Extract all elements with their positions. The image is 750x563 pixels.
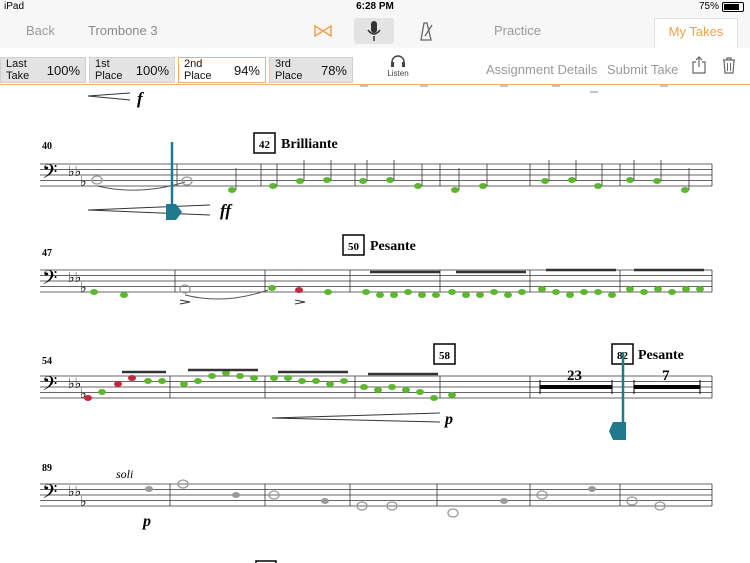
bass-clef-icon: 𝄢 [42,268,57,294]
rehearsal-mark: 58 [439,350,451,362]
bass-clef-icon: 𝄢 [42,162,57,188]
metronome-icon[interactable] [414,18,436,44]
dynamic-marking: ff [220,201,233,220]
rehearsal-mark: 42 [259,139,271,151]
staff-lines [40,163,712,187]
part-title: Trombone 3 [88,23,158,38]
take-1st-place[interactable]: 1st Place 100% [89,57,175,83]
submit-take-link[interactable]: Submit Take [607,62,678,77]
playhead-cursor[interactable] [166,142,182,220]
status-bar: iPad 6:28 PM 75% [0,0,750,14]
multi-rest-count: 7 [662,368,670,384]
trash-icon[interactable] [722,56,736,79]
take-score: 100% [135,62,169,78]
bass-clef-icon: 𝄢 [42,482,57,508]
measure-number: 54 [42,356,52,367]
take-2nd-place[interactable]: 2nd Place 94% [178,57,266,83]
take-3rd-place[interactable]: 3rd Place 78% [269,57,353,83]
system-2: 47 𝄢 ♭♭ ♭ 50 Pesante [40,234,713,305]
take-label: 2nd Place [184,58,212,82]
take-score: 94% [233,62,260,78]
listen-label: Listen [387,69,409,78]
svg-text:♭: ♭ [80,495,87,510]
system-3: 54 𝄢 ♭♭ ♭ 58 p 23 7 Pesante [40,343,713,440]
system-4: 89 soli 𝄢 ♭♭ ♭ p [40,463,713,530]
multi-rest-count: 23 [567,368,582,384]
wrong-notes [84,375,136,401]
sheet-music: f 40 𝄢 ♭♭ ♭ 42 Brilliante ff 47 𝄢 ♭♭ ♭ 5… [40,85,713,563]
take-score: 100% [46,62,80,78]
back-button[interactable]: Back [26,23,55,38]
measure-number: 89 [42,463,52,474]
tempo-marking: Pesante [370,239,416,254]
assignment-details-link[interactable]: Assignment Details [486,62,597,77]
practice-tab[interactable]: Practice [494,23,541,38]
battery-icon [722,1,744,12]
tempo-marking: Pesante [638,348,684,363]
duet-icon[interactable] [312,18,334,44]
system-1: 40 𝄢 ♭♭ ♭ 42 Brilliante ff [40,132,713,220]
take-label: 1st Place [95,58,123,82]
take-last[interactable]: Last Take 100% [0,57,86,83]
top-system-remnant: f [87,85,668,108]
listen-button[interactable]: Listen [384,55,412,78]
share-icon[interactable] [692,56,706,79]
take-label: 3rd Place [275,58,303,82]
staff-lines [40,483,712,507]
takes-toolbar: Last Take 100% 1st Place 100% 2nd Place 94%… [0,48,750,85]
staff-lines [40,269,712,293]
battery-status: 75% [699,1,744,12]
headphones-icon [391,55,405,67]
battery-percent: 75% [698,1,719,12]
microphone-icon[interactable] [354,18,394,44]
dynamic-marking: f [137,89,145,108]
tempo-marking: Brilliante [281,137,338,152]
svg-text:♭: ♭ [80,281,87,296]
take-score: 78% [320,62,347,78]
correct-notes [228,177,661,193]
expression-text: soli [116,467,133,481]
end-cursor[interactable] [609,352,626,440]
dynamic-marking: p [141,513,151,530]
bass-clef-icon: 𝄢 [42,374,57,400]
my-takes-tab[interactable]: My Takes [654,18,738,49]
measure-number: 47 [42,248,52,259]
measure-number: 40 [42,141,52,152]
dynamic-marking: p [443,411,453,428]
rehearsal-mark: 50 [348,241,360,253]
take-label: Last Take [6,58,30,82]
svg-text:♭: ♭ [80,175,87,190]
nav-bar: Back Trombone 3 Practice My Takes [0,14,750,49]
status-time: 6:28 PM [356,1,394,12]
